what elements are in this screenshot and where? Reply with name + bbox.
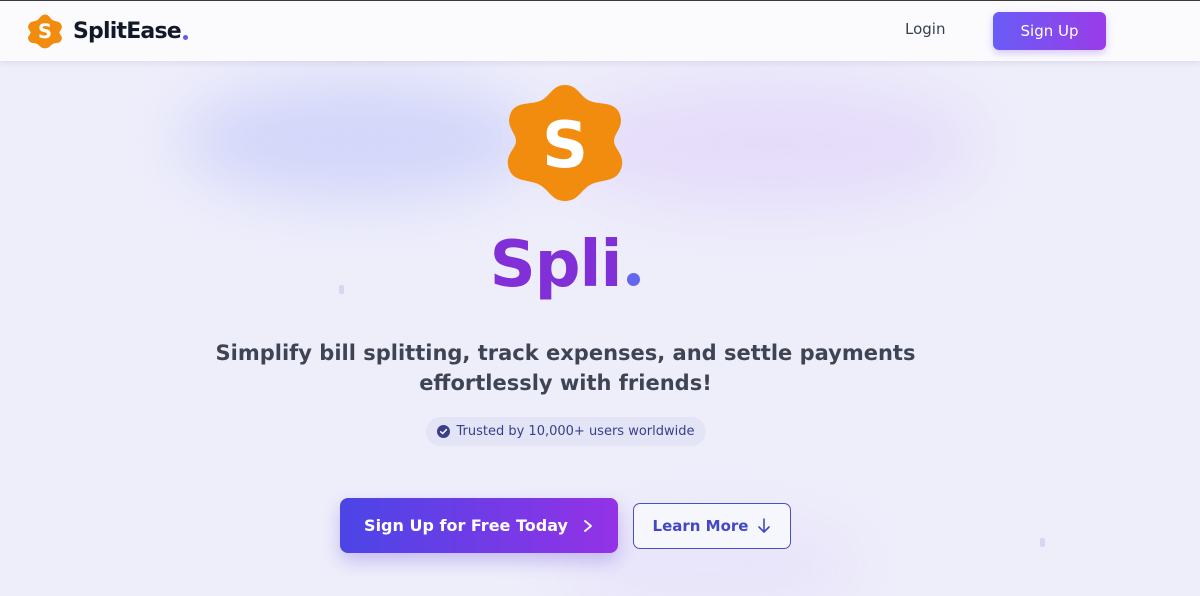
tagline-line-2: effortlessly with friends!	[419, 371, 712, 395]
signup-free-button[interactable]: Sign Up for Free Today	[340, 498, 618, 553]
decorative-fleck	[1040, 538, 1045, 547]
login-link[interactable]: Login	[905, 20, 945, 38]
hero-logo-letter: S	[542, 109, 588, 183]
trust-badge-text: Trusted by 10,000+ users worldwide	[456, 424, 695, 439]
hero-title: Spli	[0, 228, 1130, 302]
logo-letter: S	[38, 20, 52, 43]
check-circle-icon	[437, 425, 451, 438]
splitease-hero-logo-icon: S	[507, 85, 623, 201]
brand-home-link[interactable]: S SplitEase	[27, 13, 188, 49]
trust-badge: Trusted by 10,000+ users worldwide	[426, 417, 706, 446]
site-header: S SplitEase Login Sign Up	[0, 1, 1200, 61]
background-glow-left	[180, 80, 540, 200]
brand-name: SplitEase	[73, 18, 182, 44]
brand-dot	[182, 34, 188, 40]
hero-title-dot	[627, 273, 641, 286]
learn-more-button[interactable]: Learn More	[633, 503, 791, 549]
signup-free-label: Sign Up for Free Today	[364, 516, 568, 535]
chevron-right-icon	[584, 519, 592, 532]
hero-tagline: Simplify bill splitting, track expenses,…	[200, 338, 931, 398]
signup-button[interactable]: Sign Up	[993, 12, 1106, 50]
hero-title-text: Spli	[489, 228, 623, 302]
learn-more-label: Learn More	[652, 517, 749, 535]
splitease-logo-icon: S	[28, 14, 62, 49]
arrow-down-icon	[758, 518, 771, 533]
tagline-line-1: Simplify bill splitting, track expenses,…	[215, 341, 916, 365]
